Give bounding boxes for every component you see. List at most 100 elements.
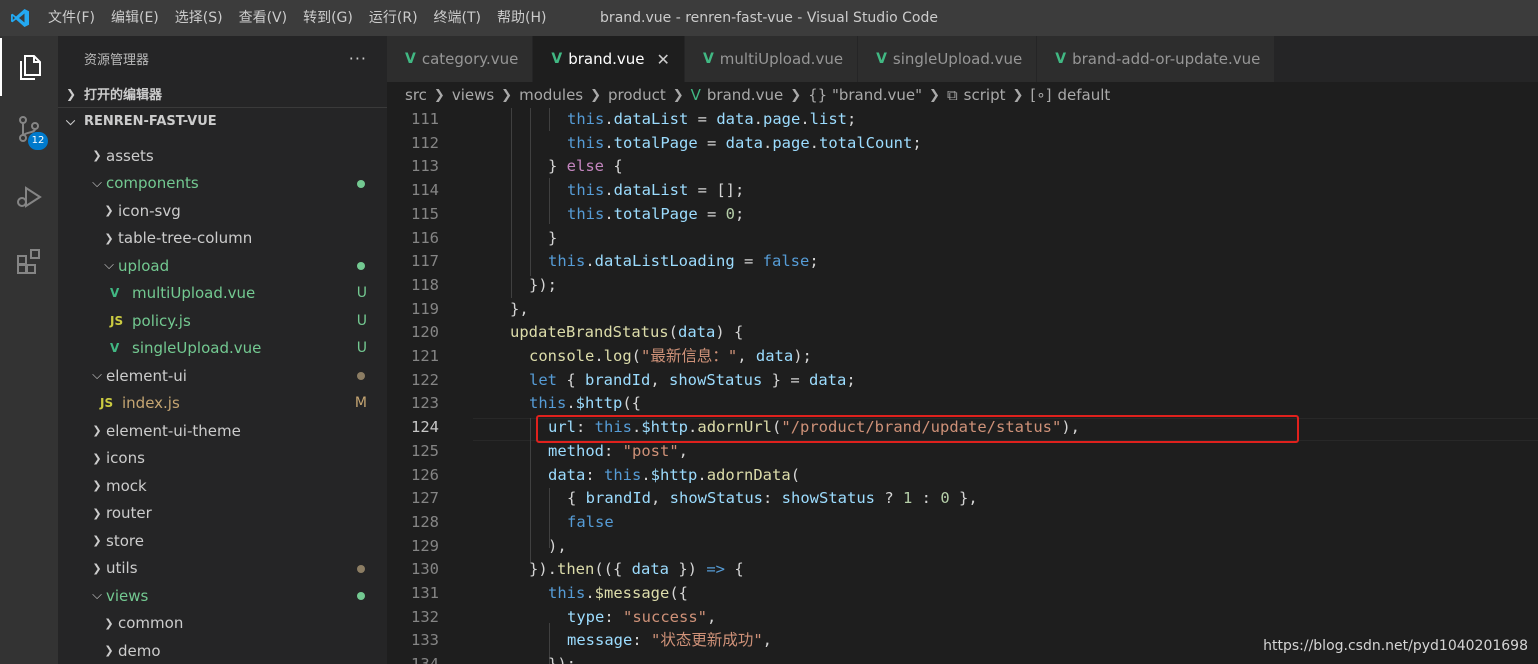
code-token: "最新信息：" [641,347,738,365]
tree-item-folder[interactable]: ❯ icon-svg [58,197,387,225]
tree-item-folder[interactable]: ❯ common [58,610,387,638]
tree-item-folder[interactable]: ❯ mock [58,472,387,500]
tree-item-folder[interactable]: ⌵ components [58,170,387,198]
code-token: } = [762,370,809,389]
code-token: ), [1061,418,1080,437]
js-file-icon: JS [110,313,124,328]
breadcrumb-item[interactable]: product [608,86,666,104]
tree-item-folder[interactable]: ❯ utils [58,555,387,583]
code-text: let { brandId, showStatus } = data; [529,369,856,393]
tab-category-vue[interactable]: Vcategory.vue [387,36,534,82]
code-line: 122 let { brandId, showStatus } = data; [387,369,1538,393]
tree-item-folder[interactable]: ❯ assets [58,142,387,170]
src-row-partial: src [58,134,387,142]
code-token: = [688,110,717,128]
code-text: console.log("最新信息：", data); [529,345,812,369]
tree-item-label: views [106,586,149,605]
code-token: 0 [725,204,736,223]
tree-item-folder[interactable]: ❯ icons [58,445,387,473]
git-status-dot [357,372,365,380]
code-token: ) { [715,323,744,342]
menu-item[interactable]: 帮助(H) [489,0,554,36]
vscode-logo-icon [0,0,40,36]
extensions-icon[interactable] [0,232,58,290]
project-section[interactable]: ⌵ RENREN-FAST-VUE [58,108,387,134]
source-control-icon[interactable]: 12 [0,100,58,158]
more-actions-icon[interactable]: ··· [349,49,367,68]
code-token: this [567,181,605,200]
menu-item[interactable]: 运行(R) [361,0,426,36]
tree-item-label: policy.js [132,311,191,330]
code-token: , [762,631,773,650]
code-token: = [697,204,726,223]
menu-item[interactable]: 转到(G) [295,0,361,36]
tree-item-folder[interactable]: ❯ demo [58,637,387,664]
breadcrumb-label: src [405,86,427,104]
tab-brand-vue[interactable]: Vbrand.vue ✕ [533,36,685,82]
code-text: this.$message({ [548,582,688,606]
menu-item[interactable]: 选择(S) [167,0,231,36]
breadcrumb-item[interactable]: modules [519,86,583,104]
code-token: this [548,252,586,271]
breadcrumb-item[interactable]: src [405,86,427,104]
close-icon[interactable]: ✕ [657,50,670,69]
tree-item-label: index.js [122,394,180,413]
source-control-badge: 12 [28,132,48,150]
line-number: 130 [411,560,439,579]
code-token: : [585,465,604,484]
menu-item[interactable]: 编辑(E) [103,0,167,36]
code-line: 128 false [387,511,1538,535]
code-token: }); [548,655,576,664]
tree-item-folder[interactable]: ❯ router [58,500,387,528]
line-number: 131 [411,584,439,602]
code-token: this [604,465,642,484]
tree-item-js[interactable]: JS index.js M [58,390,387,418]
run-debug-icon[interactable] [0,168,58,226]
code-token: url [548,418,576,437]
tree-item-vue[interactable]: VmultiUpload.vue U [58,280,387,308]
tree-item-js[interactable]: JS policy.js U [58,307,387,335]
line-number: 134 [387,653,439,664]
tree-item-folder[interactable]: ⌵ upload [58,252,387,280]
tree-item-label: icons [106,449,145,468]
code-token: , [737,347,756,365]
tree-item-folder[interactable]: ⌵ views [58,582,387,610]
line-number: 111 [411,110,439,128]
code-editor[interactable]: 111 this.dataList = data.page.list; 112 thi… [387,108,1538,664]
vue-file-icon: V [110,341,120,356]
tree-item-folder[interactable]: ❯ store [58,527,387,555]
code-token: { [724,560,744,579]
code-token: }) [668,560,707,579]
breadcrumb-item[interactable]: [∘] default [1030,86,1110,104]
tree-item-folder[interactable]: ❯ table-tree-column [58,225,387,253]
code-token: : [576,418,595,437]
line-number: 124 [411,418,439,437]
code-token: $message [594,584,670,602]
menu-item[interactable]: 查看(V) [231,0,296,36]
code-line: 115 this.totalPage = 0; [387,203,1538,227]
tree-item-folder[interactable]: ❯ element-ui-theme [58,417,387,445]
chevron-right-icon: ❯ [929,87,940,103]
breadcrumb-item[interactable]: Vbrand.vue [691,86,784,104]
code-line: 121 console.log("最新信息：", data); [387,345,1538,369]
chevron-right-icon: ❯ [104,204,114,218]
tree-item-folder[interactable]: ⌵ element-ui [58,362,387,390]
code-token: adornUrl [697,418,773,437]
breadcrumb-item[interactable]: views [452,86,494,104]
open-editors-section[interactable]: ❯ 打开的编辑器 [58,80,387,108]
code-token: then [557,560,595,579]
tab-brand-add-or-update-vue[interactable]: Vbrand-add-or-update.vue [1037,36,1276,82]
menu-item[interactable]: 文件(F) [40,0,103,36]
tree-item-vue[interactable]: VsingleUpload.vue U [58,335,387,363]
menu-item[interactable]: 终端(T) [426,0,489,36]
code-token: ; [809,252,819,271]
tab-label: brand.vue [568,50,645,68]
breadcrumb-item[interactable]: {} "brand.vue" [808,86,922,104]
tab-singleUpload-vue[interactable]: VsingleUpload.vue [858,36,1038,82]
code-text: this.totalPage = 0; [567,203,744,227]
breadcrumb-item[interactable]: ⧉ script [947,86,1006,104]
variable-icon: [∘] [1030,86,1052,104]
code-line: 118}); [387,274,1538,298]
files-icon[interactable] [0,38,58,96]
tab-multiUpload-vue[interactable]: VmultiUpload.vue [684,36,859,82]
